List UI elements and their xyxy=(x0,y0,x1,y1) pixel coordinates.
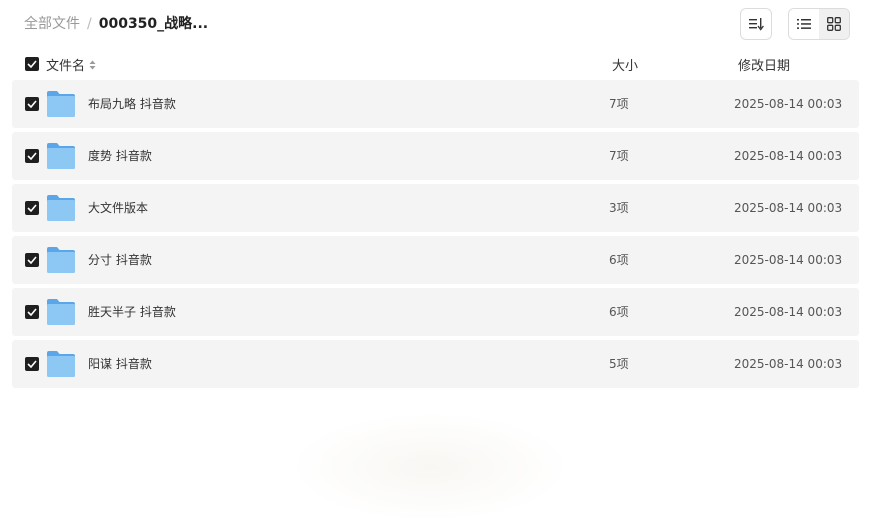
file-date: 2025-08-14 00:03 xyxy=(734,149,843,163)
file-date: 2025-08-14 00:03 xyxy=(734,357,843,371)
check-icon xyxy=(27,204,37,212)
file-date: 2025-08-14 00:03 xyxy=(734,201,843,215)
file-size: 6项 xyxy=(609,253,629,267)
folder-icon xyxy=(47,299,75,325)
row-checkbox[interactable] xyxy=(25,305,39,319)
file-name: 分寸 抖音款 xyxy=(88,253,152,267)
file-name: 阳谋 抖音款 xyxy=(88,357,152,371)
check-icon xyxy=(27,308,37,316)
sort-arrows-icon xyxy=(89,60,96,69)
grid-view-icon xyxy=(827,17,841,31)
check-icon xyxy=(27,360,37,368)
top-bar: 全部文件 / 000350_战略... xyxy=(0,0,874,48)
folder-icon xyxy=(47,351,75,377)
file-date: 2025-08-14 00:03 xyxy=(734,97,843,111)
file-name: 布局九略 抖音款 xyxy=(88,97,176,111)
file-size: 7项 xyxy=(609,149,629,163)
file-name: 胜天半子 抖音款 xyxy=(88,305,176,319)
list-view-icon xyxy=(797,19,811,29)
select-all-checkbox[interactable] xyxy=(25,57,39,71)
file-size: 3项 xyxy=(609,201,629,215)
breadcrumb-root-link[interactable]: 全部文件 xyxy=(24,15,80,33)
table-row[interactable]: 度势 抖音款 7项 2025-08-14 00:03 xyxy=(12,132,859,180)
file-date: 2025-08-14 00:03 xyxy=(734,305,843,319)
breadcrumb-separator: / xyxy=(87,16,92,32)
file-size: 7项 xyxy=(609,97,629,111)
sort-button[interactable] xyxy=(740,8,772,40)
check-icon xyxy=(27,100,37,108)
size-column-header[interactable]: 大小 xyxy=(612,55,638,74)
file-name: 度势 抖音款 xyxy=(88,149,152,163)
breadcrumb-current-folder: 000350_战略... xyxy=(98,16,209,32)
folder-icon xyxy=(47,143,75,169)
table-row[interactable]: 大文件版本 3项 2025-08-14 00:03 xyxy=(12,184,859,232)
date-column-header[interactable]: 修改日期 xyxy=(738,55,790,74)
table-row[interactable]: 布局九略 抖音款 7项 2025-08-14 00:03 xyxy=(12,80,859,128)
grid-view-button[interactable] xyxy=(819,9,849,39)
folder-icon xyxy=(47,91,75,117)
breadcrumb: 全部文件 / 000350_战略... xyxy=(24,15,208,33)
check-icon xyxy=(27,60,37,68)
folder-icon xyxy=(47,247,75,273)
table-header: 文件名 大小 修改日期 xyxy=(12,52,859,76)
row-checkbox[interactable] xyxy=(25,253,39,267)
folder-icon xyxy=(47,195,75,221)
row-checkbox[interactable] xyxy=(25,97,39,111)
table-row[interactable]: 胜天半子 抖音款 6项 2025-08-14 00:03 xyxy=(12,288,859,336)
row-checkbox[interactable] xyxy=(25,201,39,215)
check-icon xyxy=(27,256,37,264)
sort-icon xyxy=(749,18,764,31)
name-column-header[interactable]: 文件名 xyxy=(46,55,96,74)
background-glow xyxy=(290,412,570,522)
check-icon xyxy=(27,152,37,160)
list-view-button[interactable] xyxy=(789,9,819,39)
row-checkbox[interactable] xyxy=(25,149,39,163)
file-list: 布局九略 抖音款 7项 2025-08-14 00:03 度势 抖音款 7项 2… xyxy=(12,80,859,392)
table-row[interactable]: 阳谋 抖音款 5项 2025-08-14 00:03 xyxy=(12,340,859,388)
file-date: 2025-08-14 00:03 xyxy=(734,253,843,267)
row-checkbox[interactable] xyxy=(25,357,39,371)
view-toggle-group xyxy=(788,8,850,40)
file-size: 6项 xyxy=(609,305,629,319)
file-name: 大文件版本 xyxy=(88,201,149,215)
table-row[interactable]: 分寸 抖音款 6项 2025-08-14 00:03 xyxy=(12,236,859,284)
file-size: 5项 xyxy=(609,357,629,371)
name-header-label: 文件名 xyxy=(46,59,86,74)
